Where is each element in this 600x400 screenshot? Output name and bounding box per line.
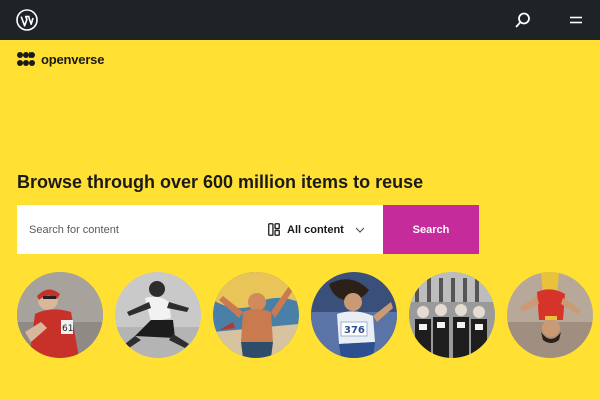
wordpress-logo-icon[interactable] [16,9,38,31]
gallery-image-cyclist[interactable]: 61 [17,272,103,358]
gallery-image-team-photo[interactable] [409,272,495,358]
search-icon[interactable] [514,11,532,29]
brand-name: openverse [41,51,105,67]
gallery-image-long-jumper[interactable] [115,272,201,358]
menu-icon[interactable] [568,12,584,28]
gallery-image-runner-376[interactable]: 376 [311,272,397,358]
openverse-logo-icon [17,52,35,66]
hero-headline: Browse through over 600 million items to… [17,172,424,192]
chevron-down-icon [355,227,365,233]
svg-text:376: 376 [344,325,365,336]
search-button[interactable]: Search [383,205,479,254]
openverse-brand-link[interactable]: openverse [17,51,104,67]
gallery-image-gymnast[interactable] [507,272,593,358]
svg-text:61: 61 [62,324,73,334]
search-bar: All content [17,205,383,254]
top-navigation-bar [0,0,600,40]
gallery-image-illustrated-athlete[interactable] [213,272,299,358]
content-type-label: All content [287,223,344,236]
all-content-icon [268,223,280,236]
content-type-dropdown[interactable]: All content [267,217,373,242]
search-input[interactable] [29,205,259,254]
